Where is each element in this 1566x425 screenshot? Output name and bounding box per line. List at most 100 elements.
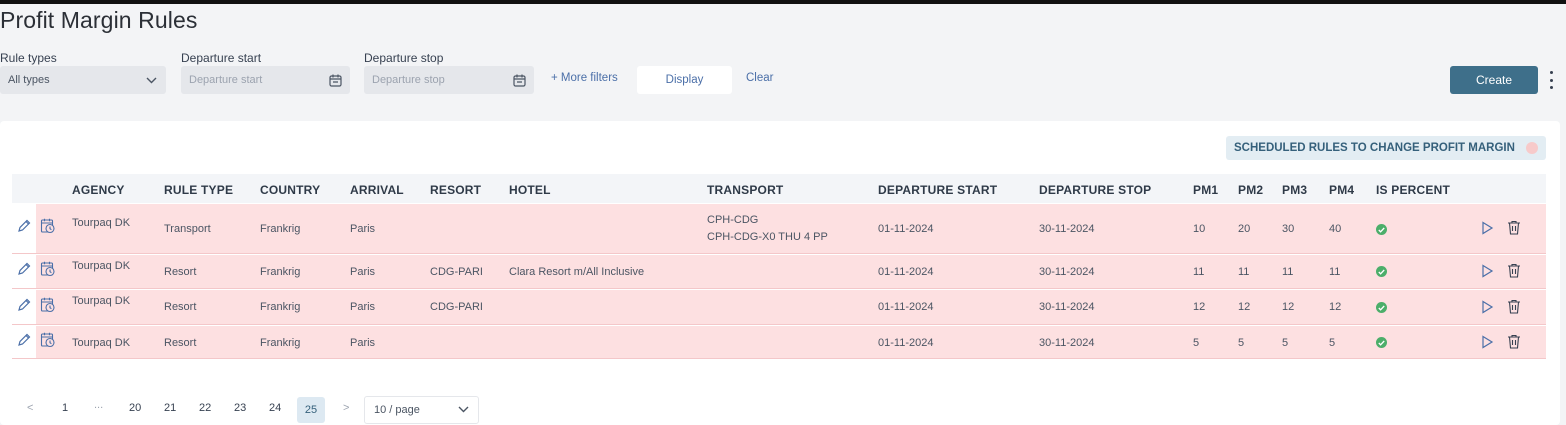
rule-types-label: Rule types xyxy=(0,51,57,65)
cell-pm4: 40 xyxy=(1329,223,1342,235)
cell-resort: CDG-PARI xyxy=(430,266,483,278)
rules-card: SCHEDULED RULES TO CHANGE PROFIT MARGIN … xyxy=(0,121,1560,425)
cell-pm4: 12 xyxy=(1329,301,1342,313)
pencil-icon[interactable] xyxy=(16,218,32,234)
cell-pm3: 12 xyxy=(1282,301,1295,313)
cell-pm1: 5 xyxy=(1193,337,1200,349)
col-pm4: PM4 xyxy=(1329,183,1355,197)
table-row: Tourpaq DK Resort Frankrig Paris CDG-PAR… xyxy=(12,290,1546,325)
departure-stop-input[interactable]: Departure stop xyxy=(364,66,534,94)
play-icon[interactable] xyxy=(1480,264,1496,280)
cell-pm1: 10 xyxy=(1193,223,1206,235)
col-hotel: HOTEL xyxy=(509,183,551,197)
prev-page-button[interactable]: < xyxy=(27,402,33,414)
table-row: Tourpaq DK Resort Frankrig Paris CDG-PAR… xyxy=(12,255,1546,289)
next-page-button[interactable]: > xyxy=(343,402,349,414)
trash-icon[interactable] xyxy=(1507,263,1523,279)
top-border xyxy=(0,0,1566,4)
cell-rule-type: Resort xyxy=(164,266,197,278)
cell-pm2: 5 xyxy=(1238,337,1245,349)
scheduled-indicator-dot xyxy=(1526,142,1538,154)
cell-pm4: 5 xyxy=(1329,337,1336,349)
page-button[interactable]: 22 xyxy=(199,402,211,414)
trash-icon[interactable] xyxy=(1507,299,1523,315)
cell-resort: CDG-PARI xyxy=(430,301,483,313)
rule-types-value: All types xyxy=(8,74,50,86)
calendar-icon xyxy=(512,73,526,87)
cell-agency: Tourpaq DK xyxy=(72,337,131,349)
cell-departure-stop: 30-11-2024 xyxy=(1039,266,1095,278)
departure-stop-label: Departure stop xyxy=(364,51,444,65)
col-arrival: ARRIVAL xyxy=(350,183,404,197)
page-button[interactable]: 1 xyxy=(62,402,68,414)
col-rule-type: RULE TYPE xyxy=(164,183,234,197)
cell-transport-line2: CPH-CDG-X0 THU 4 PP xyxy=(707,231,828,243)
col-country: COUNTRY xyxy=(260,183,321,197)
page-button[interactable]: 24 xyxy=(269,402,281,414)
trash-icon[interactable] xyxy=(1507,334,1523,350)
cell-country: Frankrig xyxy=(260,337,301,349)
departure-start-label: Departure start xyxy=(181,51,262,65)
calendar-clock-icon[interactable] xyxy=(40,261,56,277)
cell-hotel: Clara Resort m/All Inclusive xyxy=(509,266,645,278)
page-ellipsis[interactable]: ... xyxy=(94,399,103,411)
cell-pm3: 11 xyxy=(1282,266,1294,278)
scheduled-rules-badge[interactable]: SCHEDULED RULES TO CHANGE PROFIT MARGIN xyxy=(1226,136,1546,160)
cell-departure-start: 01-11-2024 xyxy=(878,337,934,349)
departure-start-placeholder: Departure start xyxy=(189,74,263,86)
more-options-icon[interactable] xyxy=(1548,71,1554,89)
page-button[interactable]: 23 xyxy=(234,402,246,414)
check-circle-icon xyxy=(1376,337,1387,348)
departure-start-input[interactable]: Departure start xyxy=(181,66,350,94)
trash-icon[interactable] xyxy=(1507,220,1523,236)
cell-arrival: Paris xyxy=(350,223,376,235)
calendar-clock-icon[interactable] xyxy=(40,218,56,234)
calendar-icon xyxy=(328,73,342,87)
cell-rule-type: Transport xyxy=(164,223,211,235)
play-icon[interactable] xyxy=(1480,221,1496,237)
calendar-clock-icon[interactable] xyxy=(40,332,56,348)
cell-country: Frankrig xyxy=(260,301,301,313)
cell-rule-type: Resort xyxy=(164,337,197,349)
display-button[interactable]: Display xyxy=(637,66,732,94)
cell-transport: CPH-CDG xyxy=(707,214,759,226)
cell-departure-stop: 30-11-2024 xyxy=(1039,301,1095,313)
page-button-current[interactable]: 25 xyxy=(297,397,325,423)
pencil-icon[interactable] xyxy=(16,297,32,313)
page-size-select[interactable]: 10 / page xyxy=(364,396,479,424)
col-departure-start: DEPARTURE START xyxy=(878,183,998,197)
cell-arrival: Paris xyxy=(350,301,376,313)
cell-departure-start: 01-11-2024 xyxy=(878,301,934,313)
col-pm3: PM3 xyxy=(1282,183,1308,197)
cell-pm3: 30 xyxy=(1282,223,1295,235)
pencil-icon[interactable] xyxy=(16,261,32,277)
check-circle-icon xyxy=(1376,266,1387,277)
col-is-percent: IS PERCENT xyxy=(1376,183,1451,197)
col-transport: TRANSPORT xyxy=(707,183,784,197)
col-pm1: PM1 xyxy=(1193,183,1219,197)
page-button[interactable]: 20 xyxy=(129,402,141,414)
cell-pm4: 11 xyxy=(1329,266,1341,278)
play-icon[interactable] xyxy=(1480,335,1496,351)
create-button[interactable]: Create xyxy=(1450,66,1538,94)
scheduled-rules-label: SCHEDULED RULES TO CHANGE PROFIT MARGIN xyxy=(1234,142,1515,154)
page-title: Profit Margin Rules xyxy=(0,7,198,33)
table-header: AGENCY RULE TYPE COUNTRY ARRIVAL RESORT … xyxy=(12,174,1546,203)
chevron-down-icon xyxy=(144,73,158,87)
cell-pm1: 11 xyxy=(1193,266,1205,278)
more-filters-button[interactable]: + More filters xyxy=(551,72,618,84)
cell-pm3: 5 xyxy=(1282,337,1289,349)
page-button[interactable]: 21 xyxy=(164,402,176,414)
pencil-icon[interactable] xyxy=(16,332,32,348)
cell-agency: Tourpaq DK xyxy=(72,260,131,272)
cell-rule-type: Resort xyxy=(164,301,197,313)
cell-arrival: Paris xyxy=(350,337,376,349)
play-icon[interactable] xyxy=(1480,300,1496,316)
cell-departure-stop: 30-11-2024 xyxy=(1039,223,1095,235)
rule-types-select[interactable]: All types xyxy=(0,66,166,94)
page-size-value: 10 / page xyxy=(374,404,420,416)
cell-pm2: 12 xyxy=(1238,301,1251,313)
departure-stop-placeholder: Departure stop xyxy=(372,74,445,86)
clear-button[interactable]: Clear xyxy=(746,72,773,84)
calendar-clock-icon[interactable] xyxy=(40,297,56,313)
